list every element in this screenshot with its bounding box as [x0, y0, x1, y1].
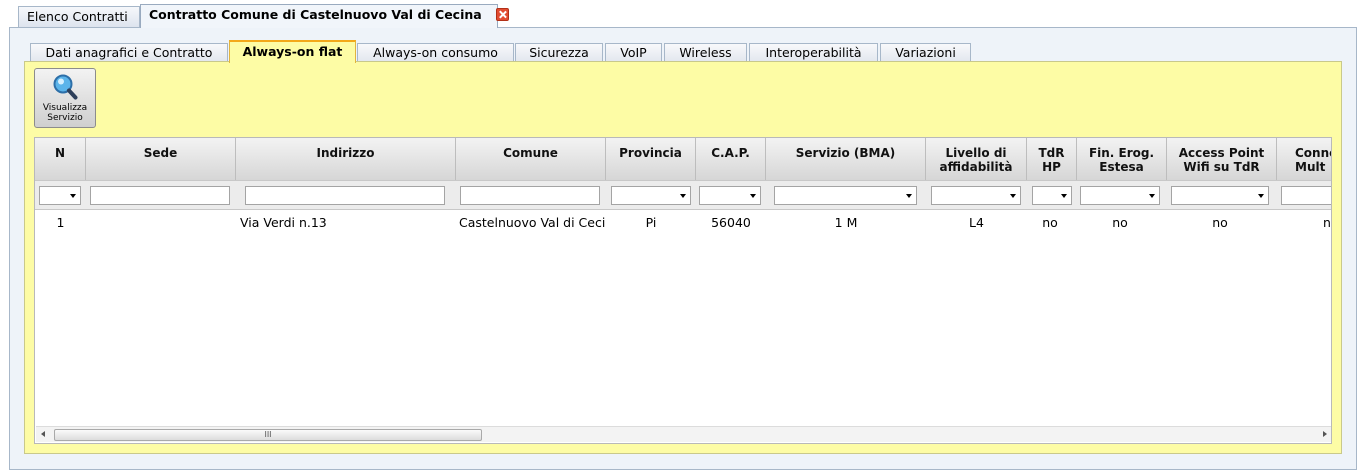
filter-livello-select[interactable] — [931, 186, 1021, 205]
col-header-fin-erog[interactable]: Fin. Erog. Estesa — [1077, 138, 1167, 180]
filter-sede-input[interactable] — [90, 186, 230, 205]
filter-fin-erog-select[interactable] — [1080, 186, 1160, 205]
cell-indirizzo: Via Verdi n.13 — [240, 215, 327, 230]
filter-cap-select[interactable] — [699, 186, 761, 205]
scroll-right-arrow-icon[interactable] — [1323, 431, 1327, 437]
tab-dati-anagrafici[interactable]: Dati anagrafici e Contratto — [30, 43, 228, 62]
col-header-text: Estesa — [1099, 160, 1144, 174]
close-icon[interactable] — [495, 8, 509, 21]
cell-connessione: n — [1323, 215, 1331, 230]
col-header-text: Access Point — [1178, 146, 1265, 160]
horizontal-scrollbar[interactable]: III — [36, 426, 1331, 442]
tab-wireless[interactable]: Wireless — [664, 43, 747, 62]
col-header-text: affidabilità — [939, 160, 1013, 174]
cell-livello: L4 — [969, 215, 984, 230]
cell-comune: Castelnuovo Val di Ceci — [459, 215, 606, 230]
magnifier-icon — [53, 74, 78, 100]
view-service-label-2: Servizio — [47, 113, 83, 123]
view-service-button[interactable]: Visualizza Servizio — [34, 68, 96, 128]
cell-n: 1 — [56, 215, 65, 230]
col-header-access-point[interactable]: Access Point Wifi su TdR — [1167, 138, 1277, 180]
view-service-label-1: Visualizza — [42, 103, 88, 113]
col-header-comune[interactable]: Comune — [456, 138, 606, 180]
tab-label: Contratto Comune di Castelnuovo Val di C… — [149, 7, 482, 22]
col-header-text: HP — [1042, 160, 1061, 174]
col-header-text: Mult — [1295, 160, 1326, 174]
filter-row — [35, 180, 1331, 210]
scroll-thumb[interactable]: III — [54, 429, 482, 441]
col-header-text: C.A.P. — [711, 146, 750, 160]
filter-indirizzo-input[interactable] — [245, 186, 445, 205]
filter-n-select[interactable] — [39, 186, 81, 205]
tab-variazioni[interactable]: Variazioni — [880, 43, 971, 62]
col-header-text: Wifi su TdR — [1183, 160, 1260, 174]
cell-cap: 56040 — [711, 215, 751, 230]
tab-label: Sicurezza — [529, 45, 589, 60]
col-header-text: Sede — [143, 146, 178, 160]
col-header-livello[interactable]: Livello di affidabilità — [926, 138, 1027, 180]
tab-sicurezza[interactable]: Sicurezza — [515, 43, 603, 62]
scroll-left-arrow-icon[interactable] — [41, 431, 45, 437]
col-header-text: Servizio (BMA) — [795, 146, 896, 160]
col-header-text: N — [54, 146, 66, 160]
tab-label: Dati anagrafici e Contratto — [45, 45, 213, 60]
tab-label: Always-on flat — [242, 44, 343, 59]
filter-tdr-hp-select[interactable] — [1032, 186, 1072, 205]
filter-access-point-select[interactable] — [1171, 186, 1269, 205]
cell-access-point: no — [1212, 215, 1228, 230]
tab-interoperabilita[interactable]: Interoperabilità — [749, 43, 878, 62]
tab-always-on-consumo[interactable]: Always-on consumo — [357, 43, 514, 62]
tab-label: Always-on consumo — [373, 45, 498, 60]
tab-voip[interactable]: VoIP — [605, 43, 662, 62]
col-header-sede[interactable]: Sede — [86, 138, 236, 180]
tab-label: Interoperabilità — [765, 45, 862, 60]
col-header-indirizzo[interactable]: Indirizzo — [236, 138, 456, 180]
col-header-servizio[interactable]: Servizio (BMA) — [766, 138, 926, 180]
filter-comune-input[interactable] — [460, 186, 600, 205]
cell-tdr-hp: no — [1042, 215, 1058, 230]
tab-always-on-flat[interactable]: Always-on flat — [229, 40, 356, 63]
tab-label: Wireless — [679, 45, 732, 60]
tab-label: VoIP — [620, 45, 647, 60]
col-header-text: Comune — [503, 146, 558, 160]
filter-connessione-select[interactable] — [1281, 186, 1331, 205]
cell-sede — [90, 215, 230, 231]
filter-provincia-select[interactable] — [611, 186, 691, 205]
tab-label: Variazioni — [895, 45, 956, 60]
cell-provincia: Pi — [645, 215, 657, 230]
services-grid: N Sede Indirizzo Comune Provincia C.A.P.… — [34, 137, 1332, 444]
col-header-text: Fin. Erog. — [1088, 146, 1155, 160]
col-header-connessione[interactable]: ConneMult — [1277, 138, 1331, 180]
col-header-cap[interactable]: C.A.P. — [696, 138, 766, 180]
col-header-provincia[interactable]: Provincia — [606, 138, 696, 180]
tab-contratto[interactable]: Contratto Comune di Castelnuovo Val di C… — [140, 4, 509, 28]
tab-elenco-contratti[interactable]: Elenco Contratti — [18, 6, 140, 27]
col-header-n[interactable]: N — [35, 138, 86, 180]
cell-servizio: 1 M — [834, 215, 858, 230]
col-header-text: Indirizzo — [316, 146, 375, 160]
cell-fin-erog: no — [1112, 215, 1128, 230]
filter-servizio-select[interactable] — [774, 186, 917, 205]
col-header-text: Livello di — [945, 146, 1007, 160]
col-header-text: Conne — [1295, 146, 1331, 160]
col-header-text: Provincia — [619, 146, 682, 160]
col-header-text: TdR — [1038, 146, 1065, 160]
tab-label: Elenco Contratti — [27, 9, 128, 24]
col-header-tdr-hp[interactable]: TdR HP — [1027, 138, 1077, 180]
outer-tab-bar: Elenco Contratti Contratto Comune di Cas… — [0, 0, 1366, 28]
